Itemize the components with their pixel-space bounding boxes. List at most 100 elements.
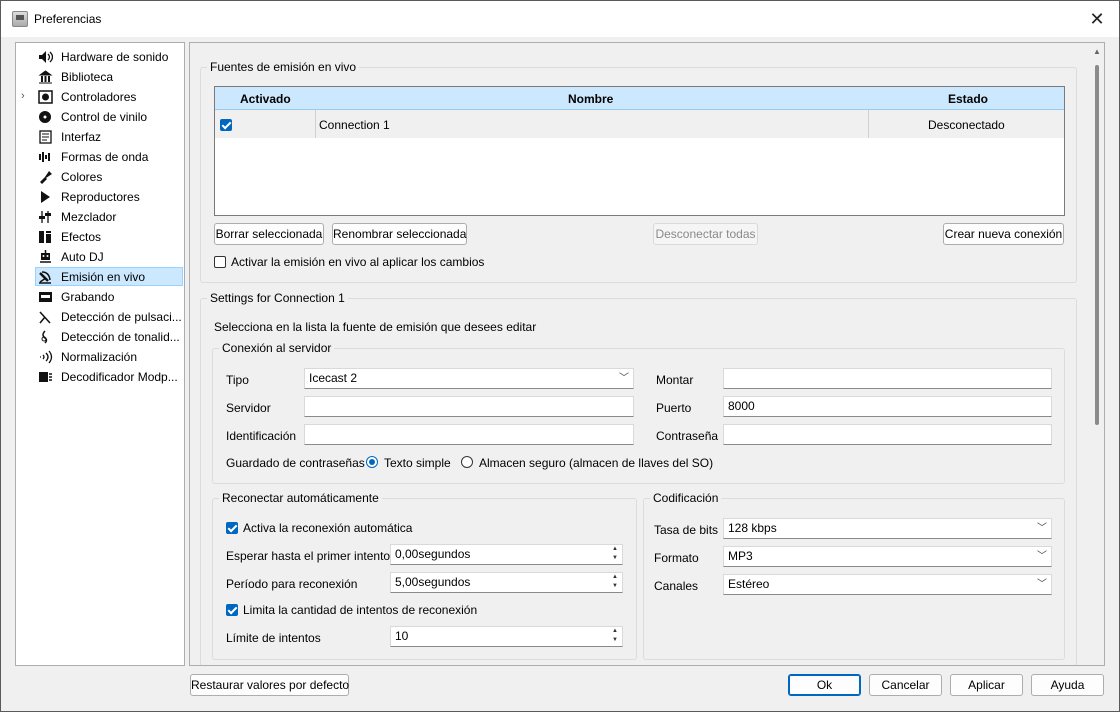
key-icon bbox=[38, 330, 53, 344]
row-status: Desconectado bbox=[928, 118, 1005, 132]
first-wait-label: Esperar hasta el primer intento bbox=[226, 549, 391, 563]
attempt-limit-value: 10 bbox=[395, 629, 409, 643]
row-name: Connection 1 bbox=[319, 118, 390, 132]
period-label: Período para reconexión bbox=[226, 577, 358, 591]
channels-label: Canales bbox=[654, 579, 699, 593]
content-scrollbar[interactable]: ▲ bbox=[1090, 43, 1104, 665]
chevron-down-icon: ﹀ bbox=[1037, 579, 1047, 590]
login-input[interactable] bbox=[304, 424, 634, 445]
decoder-icon bbox=[38, 370, 53, 384]
column-status[interactable]: Estado bbox=[948, 92, 988, 106]
settings-hint: Selecciona en la lista la fuente de emis… bbox=[214, 320, 537, 334]
spin-arrows-icon[interactable]: ▲ ▼ bbox=[609, 573, 621, 592]
sidebar-item-controllers[interactable]: › Controladores bbox=[16, 87, 184, 107]
play-icon bbox=[38, 190, 53, 204]
first-wait-value: 0,00segundos bbox=[395, 547, 471, 561]
format-label: Formato bbox=[654, 551, 699, 565]
sidebar-item-effects[interactable]: Efectos bbox=[16, 227, 184, 247]
paint-icon bbox=[38, 170, 53, 184]
auto-reconnect-checkbox[interactable] bbox=[226, 522, 238, 534]
spin-arrows-icon[interactable]: ▲ ▼ bbox=[609, 545, 621, 564]
sidebar-item-waveforms[interactable]: Formas de onda bbox=[16, 147, 184, 167]
mount-label: Montar bbox=[656, 373, 694, 387]
interface-icon bbox=[38, 130, 53, 144]
app-icon bbox=[12, 11, 28, 27]
rename-selected-button[interactable]: Renombrar seleccionada bbox=[332, 223, 467, 245]
mount-input[interactable] bbox=[723, 368, 1052, 389]
bitrate-select[interactable]: 128 kbps ﹀ bbox=[723, 518, 1052, 539]
port-input[interactable]: 8000 bbox=[723, 396, 1052, 417]
enable-on-apply-checkbox[interactable] bbox=[214, 256, 226, 268]
first-wait-spinbox[interactable]: 0,00segundos ▲ ▼ bbox=[390, 544, 623, 565]
sidebar-item-interface[interactable]: Interfaz bbox=[16, 127, 184, 147]
limit-attempts-label: Limita la cantidad de intentos de recone… bbox=[243, 603, 478, 617]
controller-icon bbox=[38, 90, 53, 104]
connections-table[interactable]: Activado Nombre Estado Connection 1 Desc… bbox=[214, 86, 1065, 216]
preferences-content: Fuentes de emisión en vivo Activado Nomb… bbox=[189, 42, 1105, 666]
format-select[interactable]: MP3 ﹀ bbox=[723, 546, 1052, 567]
sidebar-item-decks[interactable]: Reproductores bbox=[16, 187, 184, 207]
server-label: Servidor bbox=[226, 401, 271, 415]
preferences-sidebar: Hardware de sonido Biblioteca › Controla… bbox=[15, 42, 185, 666]
encoding-title: Codificación bbox=[650, 491, 722, 505]
apply-button[interactable]: Aplicar bbox=[950, 674, 1023, 696]
create-connection-button[interactable]: Crear nueva conexión bbox=[943, 223, 1064, 245]
waveform-icon bbox=[38, 150, 53, 164]
column-name[interactable]: Nombre bbox=[568, 92, 613, 106]
disconnect-all-button[interactable]: Desconectar todas bbox=[653, 223, 758, 245]
window-title: Preferencias bbox=[34, 12, 102, 26]
sidebar-item-vinyl[interactable]: Control de vinilo bbox=[16, 107, 184, 127]
scroll-up-icon[interactable]: ▲ bbox=[1093, 47, 1101, 56]
table-header: Activado Nombre Estado bbox=[215, 87, 1064, 110]
attempt-limit-spinbox[interactable]: 10 ▲ ▼ bbox=[390, 626, 623, 647]
server-input[interactable] bbox=[304, 396, 634, 417]
format-value: MP3 bbox=[728, 549, 753, 563]
sidebar-item-autodj[interactable]: Auto DJ bbox=[16, 247, 184, 267]
sidebar-item-colors[interactable]: Colores bbox=[16, 167, 184, 187]
plain-text-radio[interactable] bbox=[366, 456, 378, 468]
column-enabled[interactable]: Activado bbox=[240, 92, 291, 106]
secure-storage-radio[interactable] bbox=[461, 456, 473, 468]
sidebar-item-beat-detection[interactable]: Detección de pulsaci... bbox=[16, 307, 184, 327]
restore-defaults-button[interactable]: Restaurar valores por defecto bbox=[190, 674, 349, 696]
bitrate-value: 128 kbps bbox=[728, 521, 777, 535]
auto-reconnect-label: Activa la reconexión automática bbox=[243, 521, 413, 535]
sidebar-item-normalization[interactable]: Normalización bbox=[16, 347, 184, 367]
vinyl-icon bbox=[38, 110, 53, 124]
recording-icon bbox=[38, 290, 53, 304]
scrollbar-thumb[interactable] bbox=[1095, 65, 1099, 425]
spin-arrows-icon[interactable]: ▲ ▼ bbox=[609, 627, 621, 646]
chevron-right-icon[interactable]: › bbox=[21, 90, 25, 102]
row-enabled-checkbox[interactable] bbox=[220, 119, 232, 131]
delete-selected-button[interactable]: Borrar seleccionada bbox=[214, 223, 324, 245]
sidebar-item-library[interactable]: Biblioteca bbox=[16, 67, 184, 87]
metronome-icon bbox=[38, 310, 53, 324]
close-icon[interactable]: ✕ bbox=[1087, 9, 1107, 29]
connection-settings-title: Settings for Connection 1 bbox=[207, 291, 348, 305]
password-label: Contraseña bbox=[656, 429, 719, 443]
period-value: 5,00segundos bbox=[395, 575, 471, 589]
sidebar-item-live-broadcasting[interactable]: Emisión en vivo bbox=[16, 267, 184, 287]
channels-select[interactable]: Estéreo ﹀ bbox=[723, 574, 1052, 595]
sidebar-item-hardware[interactable]: Hardware de sonido bbox=[16, 47, 184, 67]
reconnect-title: Reconectar automáticamente bbox=[219, 491, 382, 505]
bitrate-label: Tasa de bits bbox=[654, 523, 719, 537]
help-button[interactable]: Ayuda bbox=[1031, 674, 1104, 696]
limit-attempts-checkbox[interactable] bbox=[226, 604, 238, 616]
type-select[interactable]: Icecast 2 ﹀ bbox=[304, 368, 634, 389]
table-row[interactable]: Connection 1 Desconectado bbox=[215, 110, 1064, 138]
sidebar-item-mixer[interactable]: Mezclador bbox=[16, 207, 184, 227]
ok-button[interactable]: Ok bbox=[788, 674, 861, 696]
cancel-button[interactable]: Cancelar bbox=[869, 674, 942, 696]
server-connection-title: Conexión al servidor bbox=[219, 341, 335, 355]
sidebar-item-modplug[interactable]: Decodificador Modp... bbox=[16, 367, 184, 387]
sidebar-item-key-detection[interactable]: Detección de tonalid... bbox=[16, 327, 184, 347]
plain-text-label: Texto simple bbox=[384, 456, 451, 470]
password-input[interactable] bbox=[723, 424, 1052, 445]
chevron-down-icon: ﹀ bbox=[619, 373, 629, 384]
normalize-icon bbox=[38, 350, 53, 364]
attempt-limit-label: Límite de intentos bbox=[226, 631, 321, 645]
period-spinbox[interactable]: 5,00segundos ▲ ▼ bbox=[390, 572, 623, 593]
sidebar-item-recording[interactable]: Grabando bbox=[16, 287, 184, 307]
password-storage-label: Guardado de contraseñas bbox=[226, 456, 365, 470]
